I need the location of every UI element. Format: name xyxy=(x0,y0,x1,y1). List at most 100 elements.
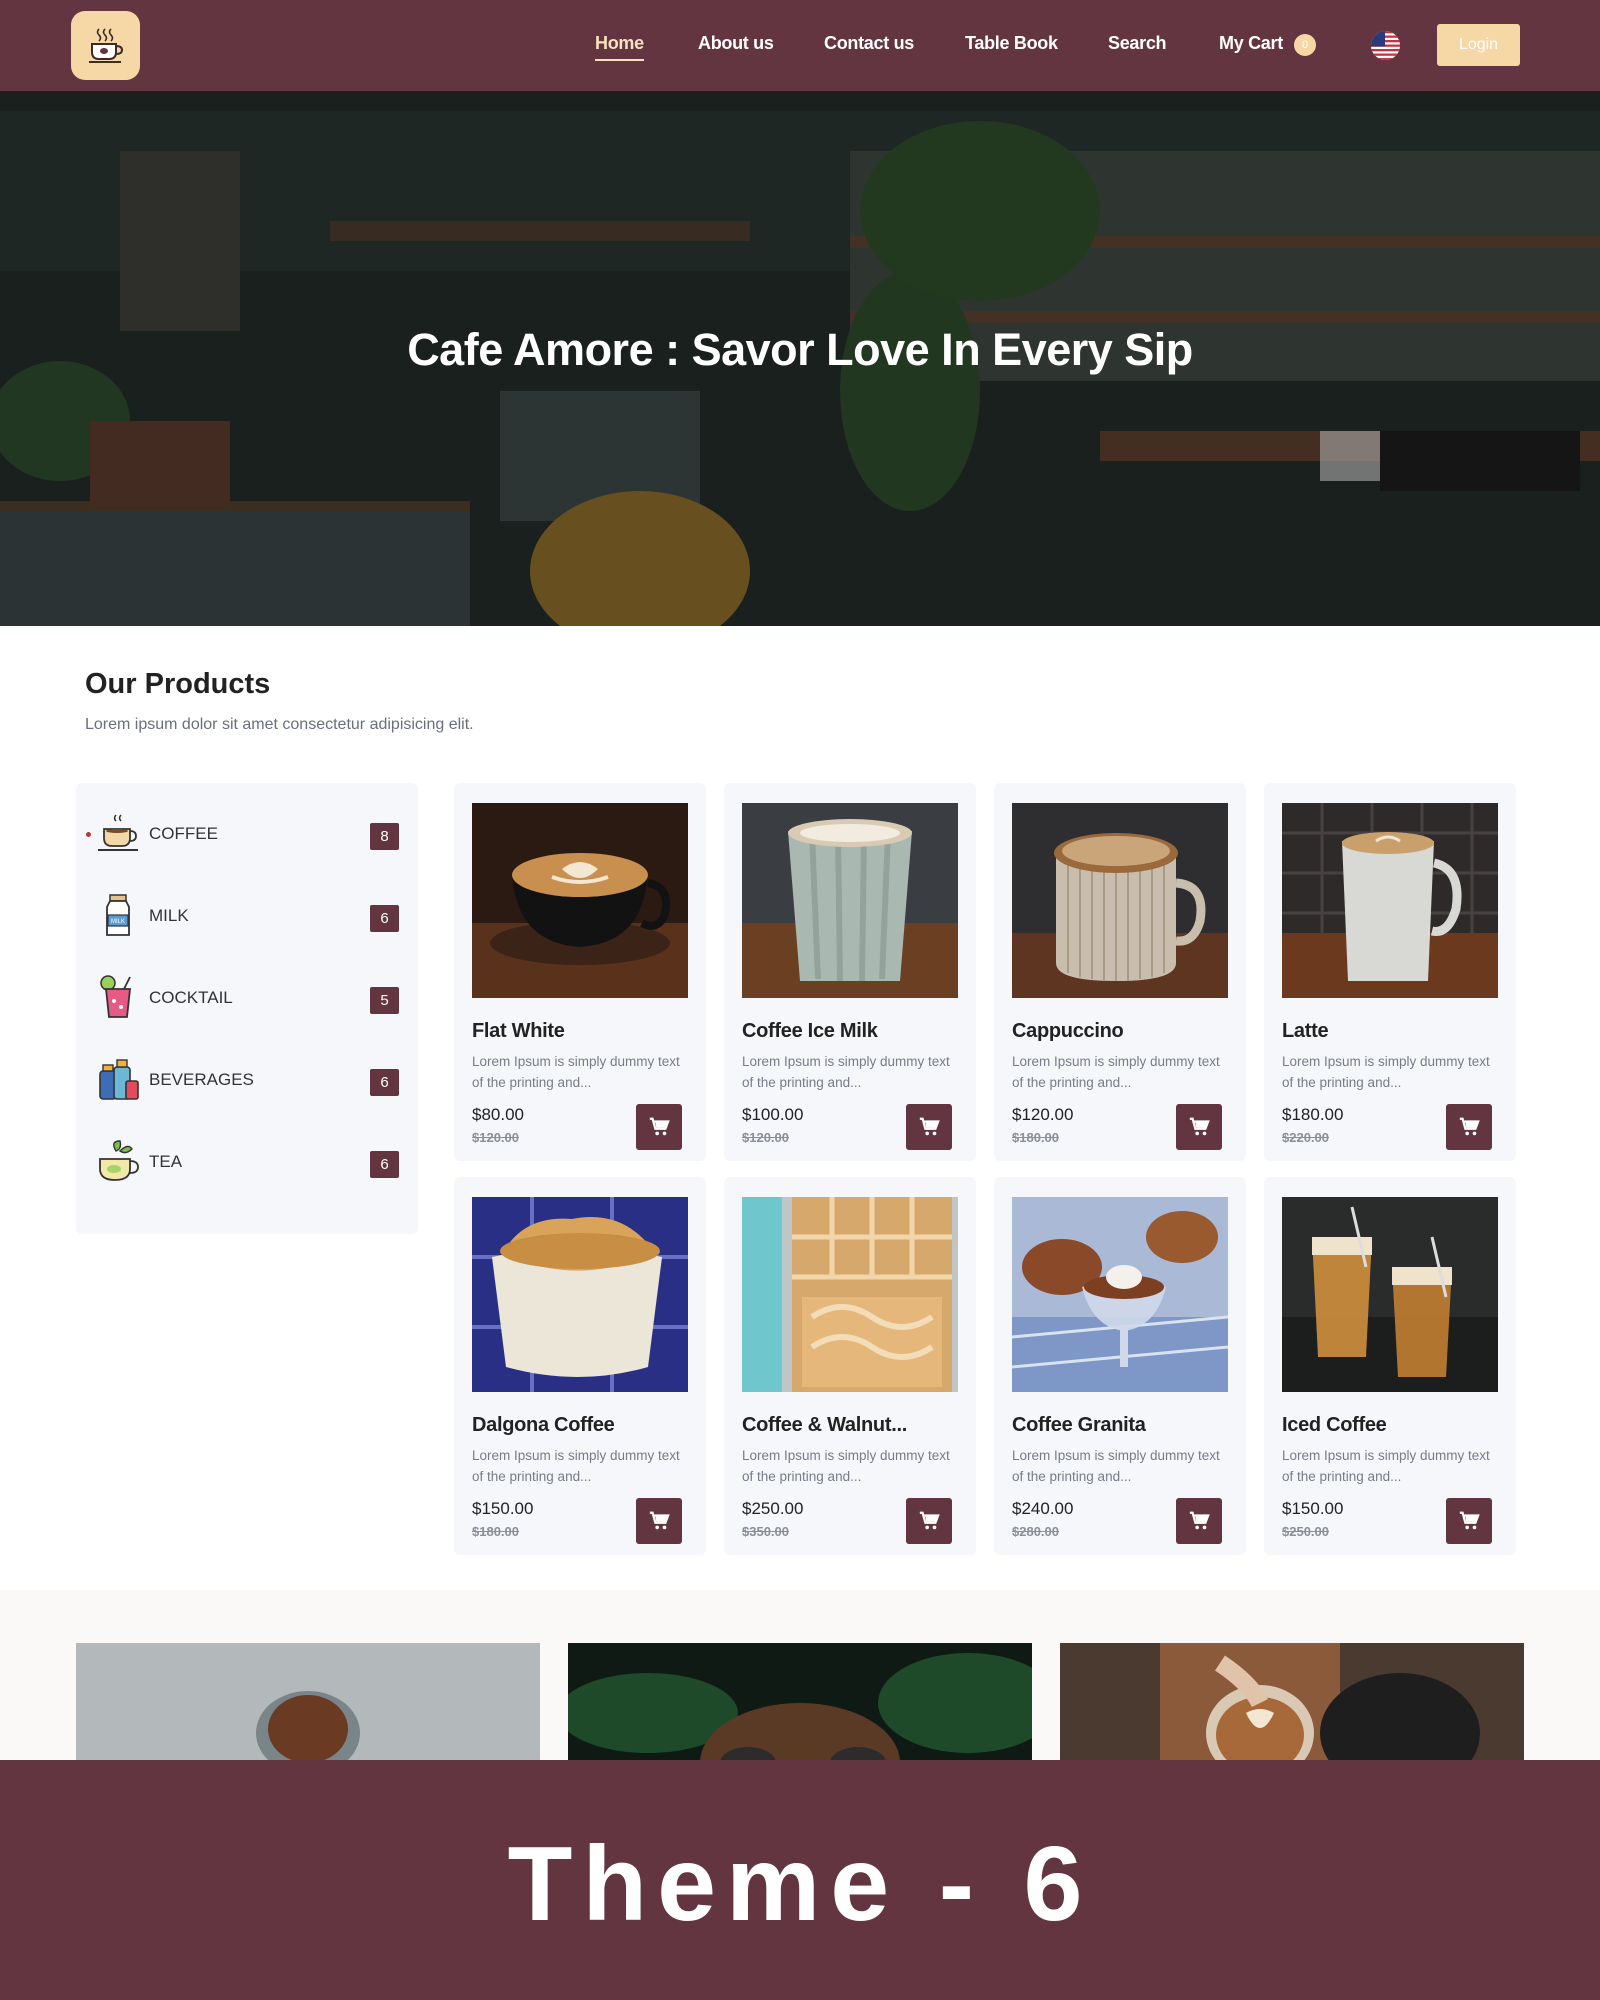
category-item-coffee[interactable]: COFFEE 8 xyxy=(76,803,418,863)
product-image xyxy=(742,803,958,998)
login-button[interactable]: Login xyxy=(1437,24,1520,66)
nav-about-link[interactable]: About us xyxy=(698,33,774,54)
category-item-cocktail[interactable]: COCKTAIL 5 xyxy=(76,967,418,1027)
theme-label: Theme - 6 xyxy=(507,1825,1093,1943)
gallery-image-coffee-beans xyxy=(76,1643,540,1760)
product-description: Lorem Ipsum is simply dummy text of the … xyxy=(1012,1448,1220,1484)
product-card-coffee-granita[interactable]: Coffee Granita Lorem Ipsum is simply dum… xyxy=(994,1177,1246,1555)
nav-home-link[interactable]: Home xyxy=(595,33,644,61)
product-old-price: $350.00 xyxy=(742,1524,789,1539)
product-old-price: $180.00 xyxy=(472,1524,519,1539)
add-to-cart-button[interactable] xyxy=(1176,1104,1222,1150)
category-item-tea[interactable]: TEA 6 xyxy=(76,1131,418,1191)
cart-icon xyxy=(1189,1511,1210,1530)
product-price: $240.00 xyxy=(1012,1499,1074,1518)
product-description: Lorem Ipsum is simply dummy text of the … xyxy=(742,1448,950,1484)
product-name[interactable]: Flat White xyxy=(472,1020,565,1043)
cart-icon xyxy=(919,1511,940,1530)
nav-contact-link[interactable]: Contact us xyxy=(824,33,914,54)
product-name[interactable]: Coffee & Walnut... xyxy=(742,1414,907,1437)
product-old-price: $180.00 xyxy=(1012,1130,1059,1145)
category-label: COCKTAIL xyxy=(149,988,233,1007)
category-count: 6 xyxy=(370,905,399,932)
product-card-coffee-walnut[interactable]: Coffee & Walnut... Lorem Ipsum is simply… xyxy=(724,1177,976,1555)
coffee-icon xyxy=(98,814,138,851)
product-old-price: $120.00 xyxy=(742,1130,789,1145)
cart-icon xyxy=(919,1117,940,1136)
product-description: Lorem Ipsum is simply dummy text of the … xyxy=(472,1448,680,1484)
tea-icon xyxy=(99,1140,139,1181)
category-sidebar: COFFEE 8 MILK MILK 6 COCKTAIL 5 BEVERAGE… xyxy=(76,783,418,1234)
us-flag-icon xyxy=(1371,31,1400,60)
nav-search-link[interactable]: Search xyxy=(1108,33,1167,54)
product-name[interactable]: Coffee Granita xyxy=(1012,1414,1146,1437)
nav-cart-link[interactable]: My Cart xyxy=(1219,33,1283,54)
product-image xyxy=(1012,803,1228,998)
product-card-cappuccino[interactable]: Cappuccino Lorem Ipsum is simply dummy t… xyxy=(994,783,1246,1161)
product-name[interactable]: Latte xyxy=(1282,1020,1329,1043)
product-description: Lorem Ipsum is simply dummy text of the … xyxy=(1282,1054,1490,1090)
product-image xyxy=(472,1197,688,1392)
product-old-price: $250.00 xyxy=(1282,1524,1329,1539)
product-card-flat-white[interactable]: Flat White Lorem Ipsum is simply dummy t… xyxy=(454,783,706,1161)
category-label: MILK xyxy=(149,906,189,925)
product-old-price: $120.00 xyxy=(472,1130,519,1145)
product-price: $180.00 xyxy=(1282,1105,1344,1124)
cart-icon xyxy=(649,1511,670,1530)
category-count: 8 xyxy=(370,823,399,850)
product-price: $250.00 xyxy=(742,1499,804,1518)
product-name[interactable]: Cappuccino xyxy=(1012,1020,1124,1043)
category-item-milk[interactable]: MILK MILK 6 xyxy=(76,885,418,945)
cocktail-icon xyxy=(100,975,132,1018)
products-title: Our Products xyxy=(85,668,271,700)
add-to-cart-button[interactable] xyxy=(906,1498,952,1544)
hero-banner: Cafe Amore : Savor Love In Every Sip xyxy=(0,91,1600,626)
active-indicator xyxy=(86,832,91,837)
gallery-image-latte-art xyxy=(1060,1643,1524,1760)
language-selector[interactable] xyxy=(1371,31,1400,60)
nav-table-book-link[interactable]: Table Book xyxy=(965,33,1058,54)
product-name[interactable]: Iced Coffee xyxy=(1282,1414,1387,1437)
cart-icon xyxy=(1459,1511,1480,1530)
svg-text:MILK: MILK xyxy=(111,919,125,925)
product-card-dalgona-coffee[interactable]: Dalgona Coffee Lorem Ipsum is simply dum… xyxy=(454,1177,706,1555)
category-item-beverages[interactable]: BEVERAGES 6 xyxy=(76,1049,418,1109)
add-to-cart-button[interactable] xyxy=(636,1104,682,1150)
product-price: $150.00 xyxy=(1282,1499,1344,1518)
products-subtitle: Lorem ipsum dolor sit amet consectetur a… xyxy=(85,716,474,733)
product-description: Lorem Ipsum is simply dummy text of the … xyxy=(742,1054,950,1090)
product-name[interactable]: Coffee Ice Milk xyxy=(742,1020,878,1043)
add-to-cart-button[interactable] xyxy=(636,1498,682,1544)
category-count: 5 xyxy=(370,987,399,1014)
product-price: $100.00 xyxy=(742,1105,804,1124)
product-image xyxy=(742,1197,958,1392)
category-count: 6 xyxy=(370,1151,399,1178)
product-card-latte[interactable]: Latte Lorem Ipsum is simply dummy text o… xyxy=(1264,783,1516,1161)
product-image xyxy=(1282,1197,1498,1392)
theme-banner: Theme - 6 xyxy=(0,1760,1600,2000)
beverages-icon xyxy=(99,1059,139,1100)
product-card-iced-coffee[interactable]: Iced Coffee Lorem Ipsum is simply dummy … xyxy=(1264,1177,1516,1555)
cart-icon xyxy=(649,1117,670,1136)
product-image xyxy=(1282,803,1498,998)
add-to-cart-button[interactable] xyxy=(906,1104,952,1150)
product-old-price: $220.00 xyxy=(1282,1130,1329,1145)
add-to-cart-button[interactable] xyxy=(1176,1498,1222,1544)
product-old-price: $280.00 xyxy=(1012,1524,1059,1539)
gallery-image-coffee-table xyxy=(568,1643,1032,1760)
category-label: TEA xyxy=(149,1152,183,1171)
product-price: $150.00 xyxy=(472,1499,534,1518)
product-name[interactable]: Dalgona Coffee xyxy=(472,1414,615,1437)
cart-icon xyxy=(1189,1117,1210,1136)
add-to-cart-button[interactable] xyxy=(1446,1104,1492,1150)
top-navbar: Home About us Contact us Table Book Sear… xyxy=(0,0,1600,91)
product-price: $120.00 xyxy=(1012,1105,1074,1124)
category-label: BEVERAGES xyxy=(149,1070,254,1089)
product-image xyxy=(1012,1197,1228,1392)
product-card-coffee-ice-milk[interactable]: Coffee Ice Milk Lorem Ipsum is simply du… xyxy=(724,783,976,1161)
product-image xyxy=(472,803,688,998)
cart-count-badge: 0 xyxy=(1294,34,1316,56)
add-to-cart-button[interactable] xyxy=(1446,1498,1492,1544)
product-price: $80.00 xyxy=(472,1105,524,1124)
product-description: Lorem Ipsum is simply dummy text of the … xyxy=(1012,1054,1220,1090)
